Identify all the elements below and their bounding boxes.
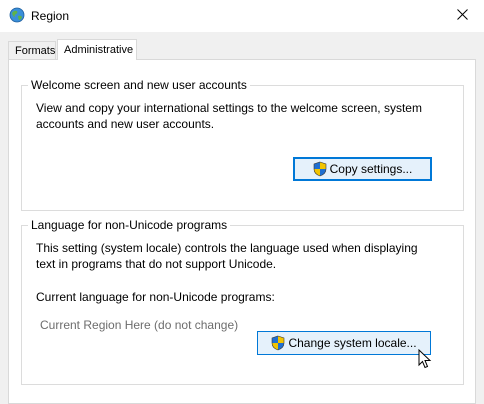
tab-administrative-label: Administrative: [64, 44, 134, 56]
uac-shield-icon: [271, 335, 285, 351]
window-title: Region: [31, 9, 70, 23]
current-language-label: Current language for non-Unicode program…: [36, 290, 275, 304]
unicode-description-line1: This setting (system locale) controls th…: [36, 241, 418, 255]
welcome-group: Welcome screen and new user accounts Vie…: [21, 78, 464, 211]
current-language-value: Current Region Here (do not change): [40, 318, 239, 332]
welcome-group-legend: Welcome screen and new user accounts: [28, 78, 250, 92]
tab-formats-label: Formats: [15, 45, 56, 57]
tab-panel-administrative: Welcome screen and new user accounts Vie…: [8, 59, 476, 404]
unicode-group: Language for non-Unicode programs This s…: [21, 218, 464, 385]
tab-formats[interactable]: Formats: [8, 41, 56, 59]
unicode-group-legend: Language for non-Unicode programs: [28, 218, 231, 232]
copy-settings-label: Copy settings...: [329, 162, 413, 176]
mouse-cursor-icon: [418, 348, 432, 369]
tab-administrative[interactable]: Administrative: [57, 39, 137, 60]
welcome-description-line2: accounts and new user accounts.: [36, 117, 215, 131]
copy-settings-button[interactable]: Copy settings...: [293, 157, 432, 181]
unicode-description-line2: text in programs that do not support Uni…: [36, 257, 277, 271]
close-icon: [456, 9, 468, 23]
welcome-description-line1: View and copy your international setting…: [36, 101, 422, 115]
title-bar: Region: [0, 0, 484, 32]
globe-icon: [9, 7, 25, 23]
close-button[interactable]: [440, 0, 484, 32]
change-system-locale-label: Change system locale...: [288, 336, 417, 350]
uac-shield-icon: [313, 161, 327, 177]
change-system-locale-button[interactable]: Change system locale...: [257, 331, 431, 355]
